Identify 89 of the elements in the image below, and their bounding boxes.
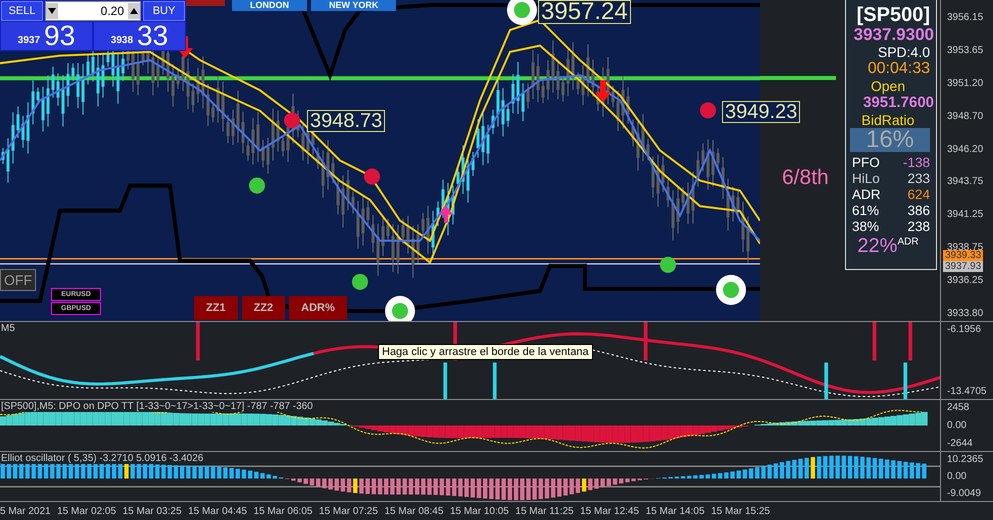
price-tick: 3943.75 xyxy=(947,176,984,188)
price-tick: 3951.20 xyxy=(947,78,984,89)
value-tick: 2458 xyxy=(947,402,970,413)
value-tick: 0.00 xyxy=(947,471,968,482)
stat-value: 624 xyxy=(906,187,930,203)
stat-label: 38% xyxy=(852,219,880,235)
time-tick: 15 Mar 06:05 xyxy=(254,506,312,516)
signal-bar xyxy=(196,322,200,360)
value-tick: -9.0049 xyxy=(947,488,982,499)
stat-value: 386 xyxy=(906,203,930,219)
up-arrow-icon xyxy=(439,206,453,223)
signal-dot xyxy=(352,274,368,290)
ask-price-pips: 33 xyxy=(137,22,168,50)
price-label: 3948.73 xyxy=(307,110,386,132)
ask-price-figure: 3938 xyxy=(110,35,134,46)
indicator-title: Elliot oscillator ( 5,35) -3.2710 5.0916 -3.4026 xyxy=(1,453,204,464)
value-tick: -13.4705 xyxy=(947,386,988,397)
signal-dot xyxy=(364,168,380,185)
signal-bar xyxy=(493,362,496,399)
signal-bar xyxy=(824,362,828,399)
ask-quote[interactable]: 3938 33 xyxy=(94,22,185,50)
stat-value: 238 xyxy=(906,219,930,235)
stat-value: 233 xyxy=(906,171,930,187)
indicator-button[interactable]: ZZ1 xyxy=(194,296,238,320)
bid-quote[interactable]: 3937 93 xyxy=(1,22,92,50)
indicator-title: M5 xyxy=(1,323,15,334)
session-tab xyxy=(185,0,225,6)
signal-dot xyxy=(700,102,716,118)
bid-price-figure: 3937 xyxy=(18,35,40,46)
tooltip: Haga clic y arrastre el borde de la ventana xyxy=(378,344,593,360)
open-price: 3951.7600 xyxy=(863,94,934,112)
indicator-button[interactable]: ZZ2 xyxy=(242,296,286,320)
price-tick: 3948.70 xyxy=(947,110,984,122)
signal-bar xyxy=(444,362,447,399)
signal-bar xyxy=(908,322,912,360)
value-tick: -6.1956 xyxy=(947,324,982,335)
time-tick: 15 Mar 02:05 xyxy=(57,506,116,516)
value-tick: -2644 xyxy=(947,438,974,449)
time-tick: 15 Mar 15:25 xyxy=(711,506,770,516)
stat-label: PFO xyxy=(852,155,881,171)
signal-dot xyxy=(660,256,676,273)
indicator-title: [SP500],M5: DPO on DPO TT [1-33~0~17>1-33~0~17] -787 -787 -360 xyxy=(1,401,313,412)
spread-text: SPD:4.0 xyxy=(878,44,930,60)
stat-value: -138 xyxy=(902,155,930,171)
symbol-title: [SP500] xyxy=(856,4,930,26)
time-tick: 15 Mar 04:45 xyxy=(188,506,247,516)
value-tick: 0.00 xyxy=(947,420,968,431)
price-tick: 3936.25 xyxy=(947,275,984,286)
price-tick: 3953.65 xyxy=(947,44,984,56)
price-tick: 3956.15 xyxy=(947,12,984,23)
sell-button[interactable]: SELL xyxy=(1,1,43,21)
bid-price-pips: 93 xyxy=(44,22,76,50)
current-price-tag: 3937.93 xyxy=(943,261,984,272)
price-tick: 3941.25 xyxy=(947,209,984,220)
time-tick: 15 Mar 14:05 xyxy=(646,506,705,516)
time-tick: 15 Mar 03:25 xyxy=(122,506,182,516)
stat-label: 61% xyxy=(852,203,880,219)
price-label: 3949.23 xyxy=(722,101,800,123)
price-label: 3957.24 xyxy=(538,0,631,24)
price-tick: 3946.20 xyxy=(947,144,984,154)
time-tick: 15 Mar 07:25 xyxy=(319,506,378,516)
signal-dot xyxy=(249,178,265,194)
indicator-button[interactable]: ADR% xyxy=(289,296,347,320)
value-tick: 10.2365 xyxy=(947,454,984,465)
lot-size-field[interactable]: 0.20 xyxy=(45,1,141,21)
open-label: Open xyxy=(870,78,906,94)
down-arrow-icon xyxy=(595,80,611,102)
candle-countdown: 00:04:33 xyxy=(868,60,930,78)
time-tick: 15 Mar 11:25 xyxy=(515,506,574,516)
off-button[interactable]: OFF xyxy=(0,269,36,291)
stat-label: ADR xyxy=(852,187,882,203)
time-tick: 15 Mar 08:45 xyxy=(384,506,444,516)
bid-price: 3937.9300 xyxy=(854,26,934,44)
price-tick: 3933.80 xyxy=(947,308,984,319)
signal-dot xyxy=(284,112,300,128)
octave-level-label: 6/8th xyxy=(782,166,829,190)
time-tick: 15 Mar 12:45 xyxy=(580,506,640,516)
ringed-dot-icon xyxy=(716,274,746,305)
buy-button[interactable]: BUY xyxy=(143,1,185,21)
time-tick: 15 Mar 10:05 xyxy=(450,506,509,516)
ratio-label: BidRatio xyxy=(862,112,914,128)
bid-ratio-value: 16% xyxy=(850,128,930,152)
signal-bar xyxy=(904,362,908,399)
time-tick: 5 Mar 2021 xyxy=(0,506,51,516)
signal-bar xyxy=(644,322,648,360)
signal-bar xyxy=(872,322,876,360)
stat-label: HiLo xyxy=(852,171,881,187)
current-price-tag: 3939.33 xyxy=(943,250,984,261)
adr-percentage: 22%$^{ADR}$ xyxy=(857,235,919,258)
